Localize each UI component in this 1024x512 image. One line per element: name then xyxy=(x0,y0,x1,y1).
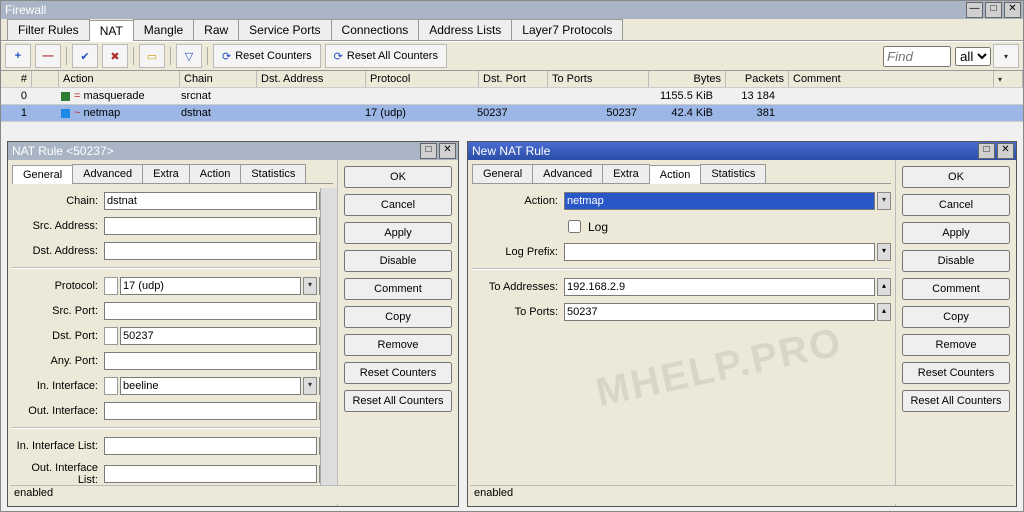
find-input[interactable] xyxy=(883,46,951,67)
main-tabs: Filter Rules NAT Mangle Raw Service Port… xyxy=(1,19,1023,41)
add-button[interactable]: + xyxy=(5,44,31,68)
right-title-bar: New NAT Rule □ ✕ xyxy=(468,142,1016,160)
rule-icon xyxy=(61,109,70,118)
close-icon[interactable]: ✕ xyxy=(997,143,1014,159)
sub-tab-action[interactable]: Action xyxy=(649,165,702,184)
negate-toggle[interactable] xyxy=(104,277,118,295)
reset-counters-button[interactable]: ⟳Reset Counters xyxy=(213,44,321,68)
to-ports-input[interactable] xyxy=(564,303,875,321)
left-title-bar: NAT Rule <50237> □ ✕ xyxy=(8,142,458,160)
right-title: New NAT Rule xyxy=(472,144,550,158)
left-button-column: OK Cancel Apply Disable Comment Copy Rem… xyxy=(337,160,458,506)
sub-tab-extra[interactable]: Extra xyxy=(602,164,650,183)
enable-button[interactable]: ✔ xyxy=(72,44,98,68)
to-addresses-input[interactable] xyxy=(564,278,875,296)
watermark: MHELP.PRO xyxy=(592,320,847,416)
collapse-icon[interactable]: ▴ xyxy=(877,278,891,296)
log-checkbox[interactable] xyxy=(568,220,581,233)
close-icon[interactable]: ✕ xyxy=(439,143,456,159)
collapse-icon[interactable]: ▴ xyxy=(877,303,891,321)
comment-button[interactable]: Comment xyxy=(902,278,1010,300)
left-title: NAT Rule <50237> xyxy=(12,144,114,158)
min-icon[interactable]: — xyxy=(966,2,983,18)
grid-header: # Action Chain Dst. Address Protocol Dst… xyxy=(1,71,1023,88)
remove-button[interactable]: Remove xyxy=(344,334,452,356)
any-port-input[interactable] xyxy=(104,352,317,370)
sub-tab-action[interactable]: Action xyxy=(189,164,242,183)
main-title-bar: Firewall — □ ✕ xyxy=(1,1,1023,19)
columns-menu-button[interactable] xyxy=(994,71,1023,87)
table-row[interactable]: 1 ~ netmap dstnat 17 (udp) 50237 50237 4… xyxy=(1,105,1023,122)
out-interface-list-input[interactable] xyxy=(104,465,317,483)
dst-address-input[interactable] xyxy=(104,242,317,260)
sub-tab-advanced[interactable]: Advanced xyxy=(72,164,143,183)
right-button-column: OK Cancel Apply Disable Comment Copy Rem… xyxy=(895,160,1016,506)
left-status: enabled xyxy=(10,485,456,504)
sub-tab-advanced[interactable]: Advanced xyxy=(532,164,603,183)
apply-button[interactable]: Apply xyxy=(344,222,452,244)
copy-button[interactable]: Copy xyxy=(344,306,452,328)
tab-connections[interactable]: Connections xyxy=(331,19,420,40)
remove-button[interactable]: Remove xyxy=(902,334,1010,356)
table-row[interactable]: 0 = masquerade srcnat 1155.5 KiB 13 184 xyxy=(1,88,1023,105)
sub-tab-stats[interactable]: Statistics xyxy=(700,164,766,183)
reset-counters-button[interactable]: Reset Counters xyxy=(902,362,1010,384)
tab-raw[interactable]: Raw xyxy=(193,19,239,40)
apply-button[interactable]: Apply xyxy=(902,222,1010,244)
disable-button[interactable]: Disable xyxy=(344,250,452,272)
chain-input[interactable] xyxy=(104,192,317,210)
ok-button[interactable]: OK xyxy=(344,166,452,188)
cancel-button[interactable]: Cancel xyxy=(344,194,452,216)
action-input[interactable] xyxy=(564,192,875,210)
src-address-input[interactable] xyxy=(104,217,317,235)
copy-button[interactable]: Copy xyxy=(902,306,1010,328)
reset-all-counters-button[interactable]: Reset All Counters xyxy=(902,390,1010,412)
filter-expand-button[interactable] xyxy=(993,44,1019,68)
protocol-input[interactable] xyxy=(120,277,301,295)
reset-all-counters-button[interactable]: ⟳Reset All Counters xyxy=(325,44,447,68)
sub-tab-stats[interactable]: Statistics xyxy=(240,164,306,183)
out-interface-input[interactable] xyxy=(104,402,317,420)
sub-tab-extra[interactable]: Extra xyxy=(142,164,190,183)
tab-mangle[interactable]: Mangle xyxy=(133,19,194,40)
disable-button[interactable]: Disable xyxy=(902,250,1010,272)
max-icon[interactable]: □ xyxy=(978,143,995,159)
expand-icon[interactable]: ▾ xyxy=(877,243,891,261)
tab-address-lists[interactable]: Address Lists xyxy=(418,19,512,40)
max-icon[interactable]: □ xyxy=(985,2,1002,18)
remove-button[interactable]: — xyxy=(35,44,61,68)
scrollbar[interactable] xyxy=(320,188,337,486)
chevron-down-icon[interactable] xyxy=(303,277,317,295)
tab-service-ports[interactable]: Service Ports xyxy=(238,19,331,40)
sub-tab-general[interactable]: General xyxy=(12,165,73,184)
chevron-down-icon[interactable] xyxy=(303,377,317,395)
rule-icon xyxy=(61,92,70,101)
cancel-button[interactable]: Cancel xyxy=(902,194,1010,216)
main-title: Firewall xyxy=(5,3,46,17)
src-port-input[interactable] xyxy=(104,302,317,320)
chevron-down-icon[interactable] xyxy=(877,192,891,210)
dst-port-input[interactable] xyxy=(120,327,317,345)
reset-counters-button[interactable]: Reset Counters xyxy=(344,362,452,384)
log-prefix-input[interactable] xyxy=(564,243,875,261)
in-interface-list-input[interactable] xyxy=(104,437,317,455)
close-icon[interactable]: ✕ xyxy=(1004,2,1021,18)
negate-toggle[interactable] xyxy=(104,377,118,395)
filter-select[interactable]: all xyxy=(955,47,991,66)
tab-nat[interactable]: NAT xyxy=(89,20,134,41)
sub-tab-general[interactable]: General xyxy=(472,164,533,183)
filter-button[interactable]: ▽ xyxy=(176,44,202,68)
in-interface-input[interactable] xyxy=(120,377,301,395)
disable-button[interactable]: ✖ xyxy=(102,44,128,68)
reset-all-counters-button[interactable]: Reset All Counters xyxy=(344,390,452,412)
max-icon[interactable]: □ xyxy=(420,143,437,159)
comment-button[interactable]: Comment xyxy=(344,278,452,300)
comment-button[interactable]: ▭ xyxy=(139,44,165,68)
main-toolbar: + — ✔ ✖ ▭ ▽ ⟳Reset Counters ⟳Reset All C… xyxy=(1,41,1023,71)
negate-toggle[interactable] xyxy=(104,327,118,345)
ok-button[interactable]: OK xyxy=(902,166,1010,188)
tab-layer7[interactable]: Layer7 Protocols xyxy=(511,19,623,40)
right-status: enabled xyxy=(470,485,1014,504)
tab-filter-rules[interactable]: Filter Rules xyxy=(7,19,90,40)
